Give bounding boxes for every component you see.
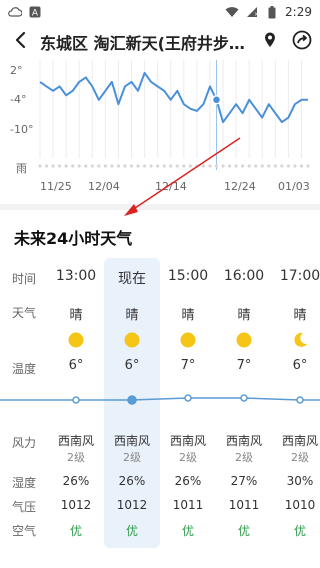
temp-point bbox=[240, 394, 248, 402]
hourly-forecast[interactable]: 时间 天气 温度 风力 湿度 气压 空气 13:00 晴 6° 西南风 2级 26% 101… bbox=[0, 258, 320, 558]
temp-trend-polyline bbox=[0, 397, 320, 401]
temp-point bbox=[184, 394, 192, 402]
temp-point bbox=[296, 396, 304, 404]
temp-point bbox=[127, 395, 137, 405]
temp-point bbox=[72, 396, 80, 404]
section-title-24h: 未来24小时天气 bbox=[14, 229, 133, 248]
temp-trend-line bbox=[0, 394, 320, 405]
bottom-fade bbox=[0, 560, 320, 568]
